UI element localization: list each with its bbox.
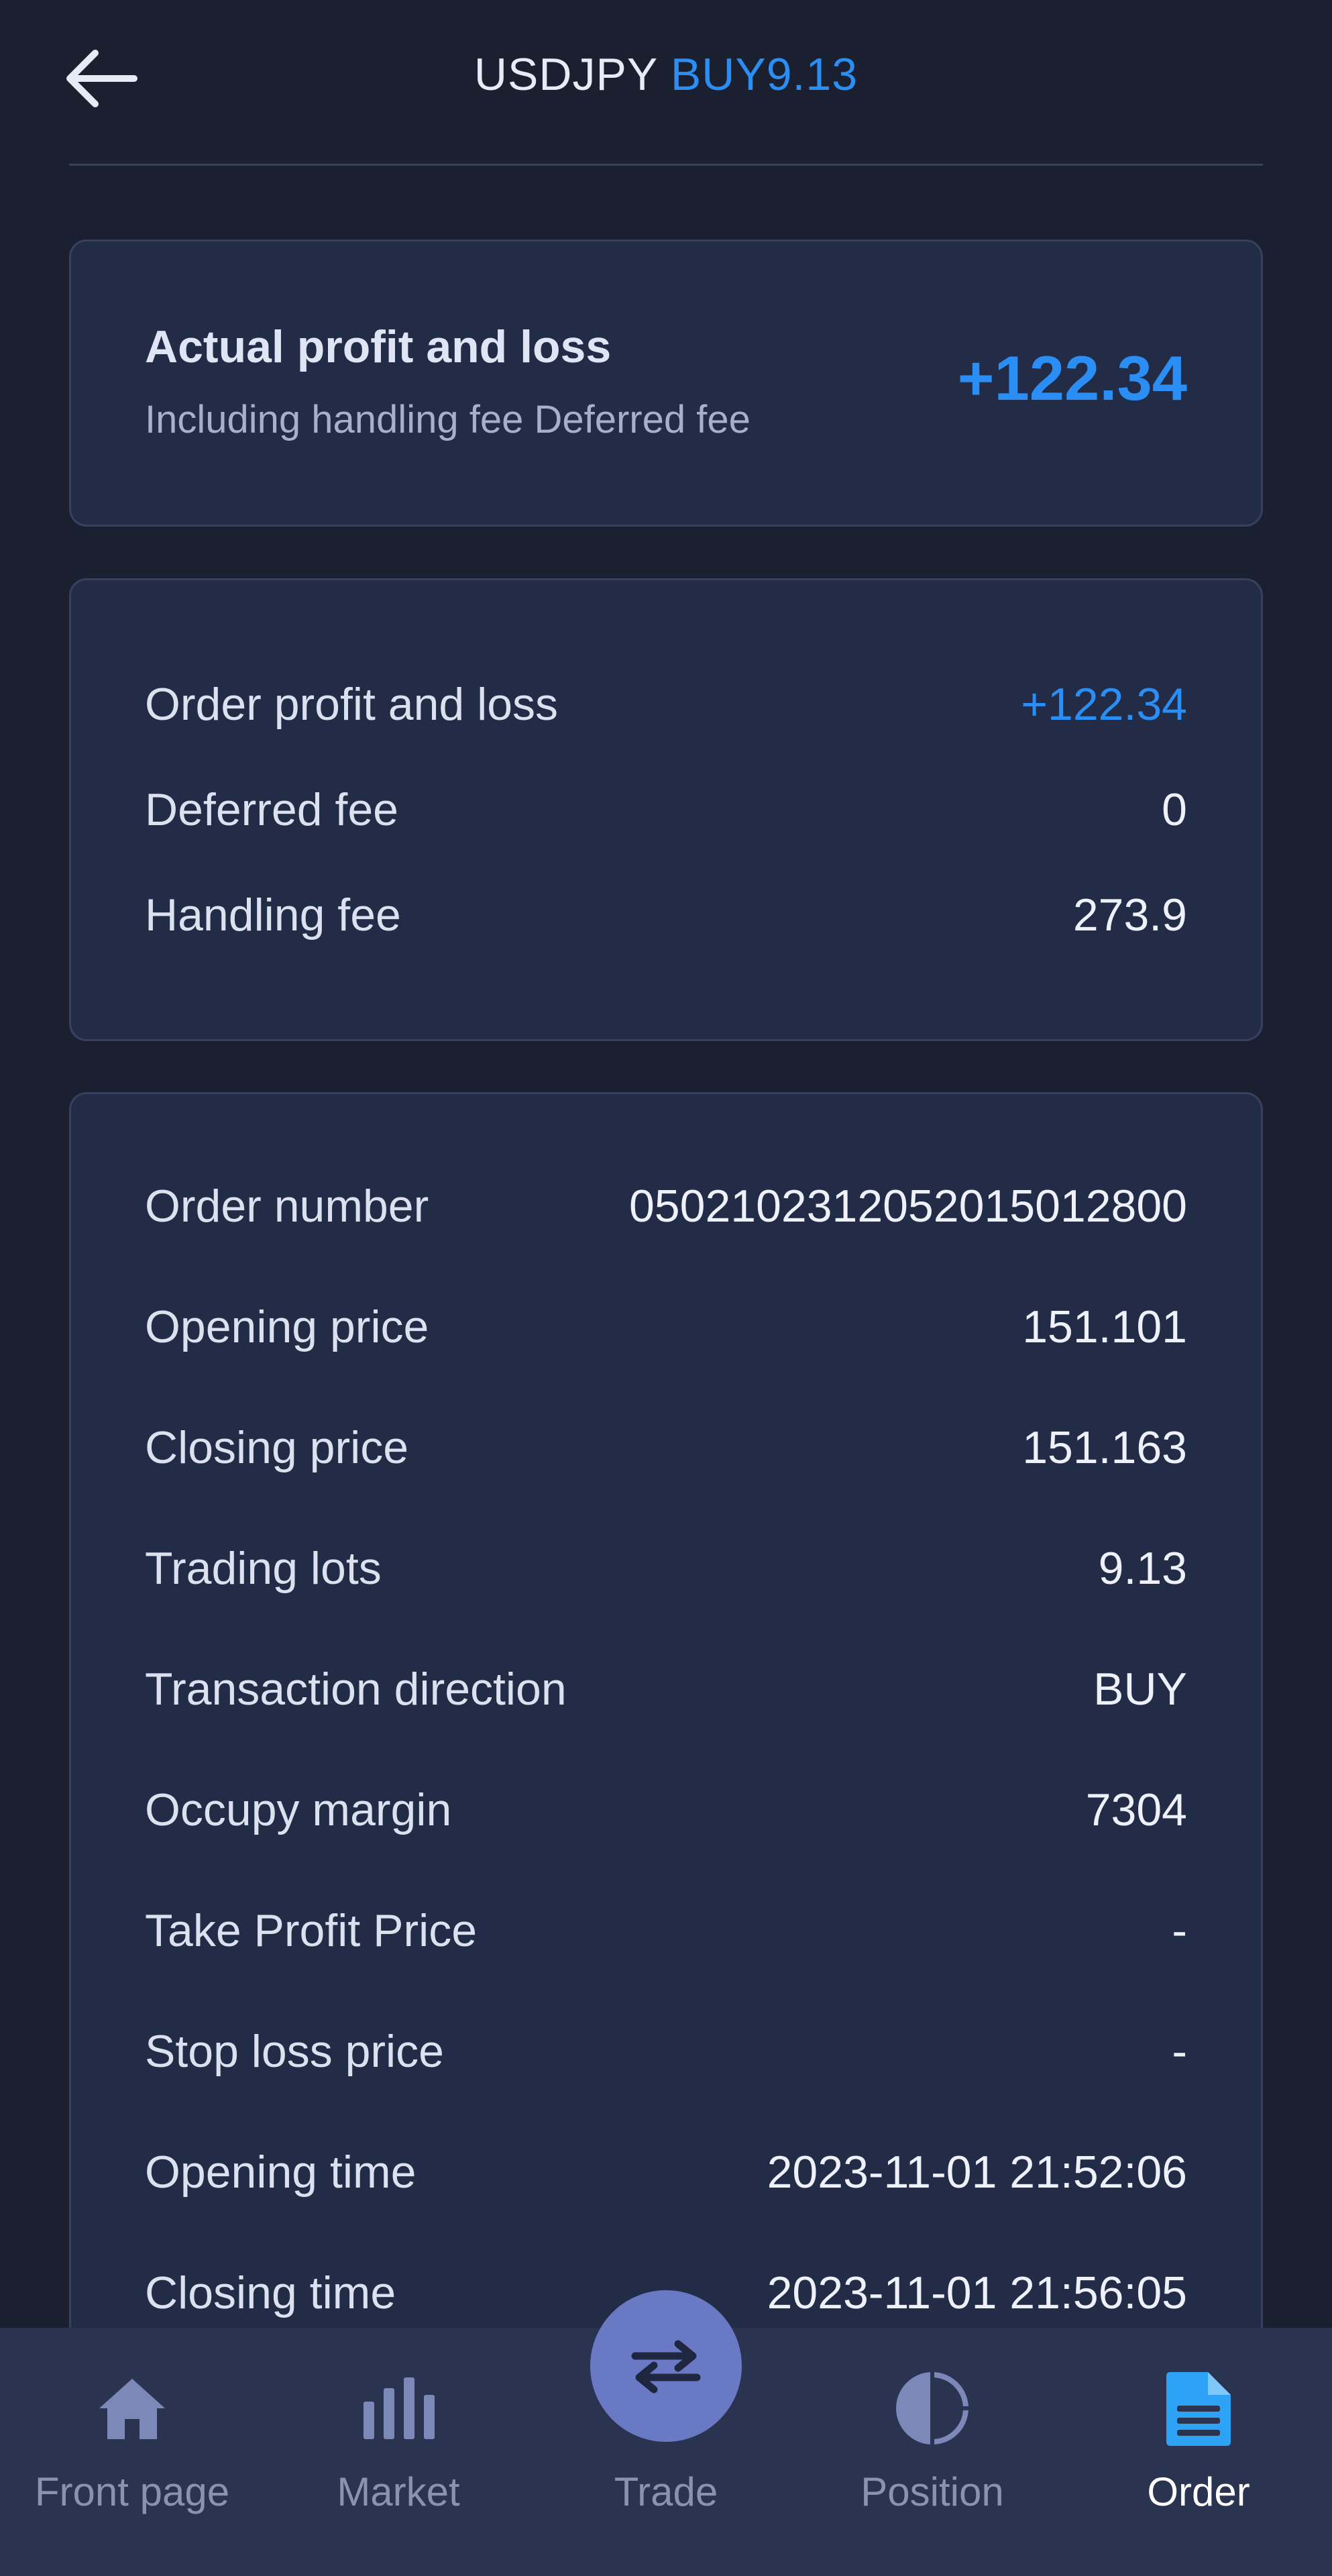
detail-value: 151.101 bbox=[1022, 1301, 1187, 1352]
detail-value: 151.163 bbox=[1022, 1422, 1187, 1473]
fee-value: 0 bbox=[1162, 784, 1187, 835]
symbol-label: USDJPY bbox=[474, 49, 657, 100]
swap-arrows-icon bbox=[631, 2340, 701, 2394]
detail-value: 7304 bbox=[1085, 1784, 1187, 1835]
actual-pnl-card: Actual profit and loss Including handlin… bbox=[69, 239, 1263, 527]
fee-row-deferred: Deferred fee 0 bbox=[145, 776, 1187, 843]
detail-row-occupy-margin: Occupy margin 7304 bbox=[145, 1776, 1187, 1843]
fee-label: Handling fee bbox=[145, 890, 401, 941]
detail-label: Opening price bbox=[145, 1301, 429, 1352]
detail-label: Closing time bbox=[145, 2267, 396, 2318]
detail-row-opening-time: Opening time 2023-11-01 21:52:06 bbox=[145, 2139, 1187, 2206]
nav-position[interactable]: Position bbox=[799, 2328, 1065, 2576]
nav-label: Front page bbox=[34, 2469, 230, 2514]
detail-row-direction: Transaction direction BUY bbox=[145, 1656, 1187, 1723]
detail-value: 2023-11-01 21:56:05 bbox=[767, 2267, 1187, 2318]
nav-label: Position bbox=[861, 2469, 1004, 2514]
trade-button[interactable] bbox=[590, 2290, 742, 2442]
nav-label: Order bbox=[1147, 2469, 1250, 2514]
detail-label: Take Profit Price bbox=[145, 1905, 478, 1956]
document-icon bbox=[1158, 2368, 1239, 2449]
detail-label: Opening time bbox=[145, 2147, 417, 2198]
fee-row-order-pnl: Order profit and loss +122.34 bbox=[145, 671, 1187, 738]
detail-row-stop-loss: Stop loss price - bbox=[145, 2018, 1187, 2085]
nav-label: Trade bbox=[614, 2469, 718, 2514]
detail-value: - bbox=[1172, 2026, 1187, 2077]
actual-pnl-subtitle: Including handling fee Deferred fee bbox=[145, 398, 751, 441]
pie-chart-icon bbox=[892, 2368, 973, 2449]
actual-pnl-value: +122.34 bbox=[957, 343, 1187, 413]
nav-front-page[interactable]: Front page bbox=[0, 2328, 264, 2576]
fee-label: Deferred fee bbox=[145, 784, 398, 835]
detail-row-order-number: Order number 050210231205201501280​0 bbox=[145, 1173, 1187, 1240]
side-lots-label: BUY9.13 bbox=[670, 49, 858, 100]
fee-value: +122.34 bbox=[1021, 679, 1187, 730]
nav-market[interactable]: Market bbox=[264, 2328, 533, 2576]
actual-pnl-title: Actual profit and loss bbox=[145, 321, 612, 372]
header-divider bbox=[69, 164, 1263, 166]
home-icon bbox=[92, 2368, 172, 2449]
header: USDJPY BUY9.13 bbox=[0, 0, 1332, 166]
page-title: USDJPY BUY9.13 bbox=[0, 48, 1332, 101]
detail-value: 9.13 bbox=[1098, 1543, 1187, 1594]
detail-label: Order number bbox=[145, 1181, 429, 1232]
fee-value: 273.9 bbox=[1072, 890, 1187, 941]
order-detail-page: USDJPY BUY9.13 Actual profit and loss In… bbox=[0, 0, 1332, 2576]
detail-value: 050210231205201501280​0 bbox=[628, 1181, 1187, 1232]
detail-row-opening-price: Opening price 151.101 bbox=[145, 1293, 1187, 1360]
fees-card: Order profit and loss +122.34 Deferred f… bbox=[69, 578, 1263, 1041]
bar-chart-icon bbox=[358, 2368, 439, 2449]
detail-row-take-profit: Take Profit Price - bbox=[145, 1897, 1187, 1964]
fee-row-handling: Handling fee 273.9 bbox=[145, 881, 1187, 949]
detail-row-trading-lots: Trading lots 9.13 bbox=[145, 1535, 1187, 1602]
detail-value: 2023-11-01 21:52:06 bbox=[767, 2147, 1187, 2198]
nav-order[interactable]: Order bbox=[1065, 2328, 1332, 2576]
detail-label: Occupy margin bbox=[145, 1784, 452, 1835]
detail-label: Closing price bbox=[145, 1422, 409, 1473]
detail-row-closing-price: Closing price 151.163 bbox=[145, 1414, 1187, 1481]
detail-label: Trading lots bbox=[145, 1543, 382, 1594]
nav-label: Market bbox=[337, 2469, 460, 2514]
detail-label: Transaction direction bbox=[145, 1664, 567, 1715]
detail-label: Stop loss price bbox=[145, 2026, 444, 2077]
detail-value: - bbox=[1172, 1905, 1187, 1956]
detail-value: BUY bbox=[1093, 1664, 1187, 1715]
fee-label: Order profit and loss bbox=[145, 679, 559, 730]
